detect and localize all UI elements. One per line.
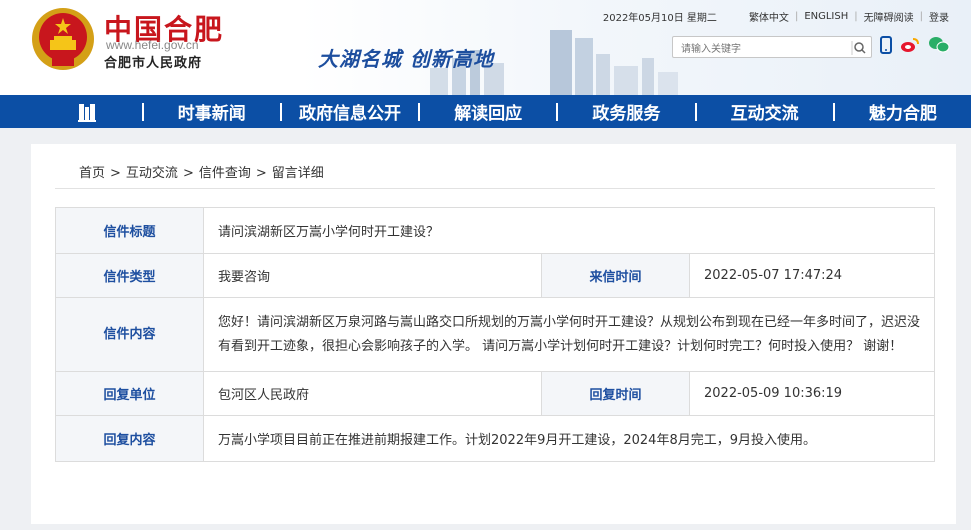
sent-time: 2022-05-07 17:47:24 [689,253,935,298]
letter-content: 您好！请问滨湖新区万泉河路与嵩山路交口所规划的万嵩小学何时开工建设？从规划公布到… [203,297,935,372]
nav-item-interaction[interactable]: 互动交流 [697,99,833,124]
letter-title: 请问滨湖新区万嵩小学何时开工建设？ [203,207,935,254]
reply-content: 万嵩小学项目目前正在推进前期报建工作。计划2022年9月开工建设，2024年8月… [203,415,935,462]
login-link[interactable]: 登录 [923,9,955,24]
content-label: 信件内容 [55,297,204,372]
home-nav-button[interactable] [52,95,122,128]
table-row: 信件内容 您好！请问滨湖新区万泉河路与嵩山路交口所规划的万嵩小学何时开工建设？从… [55,297,935,372]
current-date: 2022年05月10日 星期二 [602,13,717,24]
mobile-icon[interactable] [880,36,892,54]
nav-item-news[interactable]: 时事新闻 [144,99,280,124]
search-box [672,36,872,60]
letter-content-line: 有看到开工迹象，很担心会影响孩子的入学。 请问万嵩小学计划何时开工建设？计划何时… [218,338,903,354]
breadcrumb-interaction[interactable]: 互动交流 [126,166,178,181]
national-emblem-logo[interactable] [30,6,96,72]
accessibility-link[interactable]: 无障碍阅读 [858,9,920,24]
site-url: www.hefei.gov.cn [106,38,199,52]
content-panel: 首页 > 互动交流 > 信件查询 > 留言详细 信件标题 请问滨湖新区万嵩小学何时开工建设？… [31,144,956,524]
city-slogan: 大湖名城 创新高地 [318,47,494,71]
search-icon[interactable] [851,40,867,56]
reply-unit: 包河区人民政府 [203,371,542,416]
reply-content-label: 回复内容 [55,415,204,462]
nav-item-gov-info[interactable]: 政府信息公开 [282,99,418,124]
wechat-icon[interactable] [928,36,950,54]
sent-time-label: 来信时间 [541,253,690,298]
breadcrumb-divider [55,188,935,189]
title-label: 信件标题 [55,207,204,254]
breadcrumb-separator: > [182,166,194,181]
breadcrumb-home[interactable]: 首页 [79,166,105,181]
home-building-icon [77,103,96,122]
nav-item-services[interactable]: 政务服务 [558,99,694,124]
table-row: 信件类型 我要咨询 来信时间 2022-05-07 17:47:24 [55,253,935,298]
traditional-chinese-link[interactable]: 繁体中文 [743,9,795,24]
weibo-icon[interactable] [900,37,920,53]
search-input[interactable] [673,39,843,60]
letter-type: 我要咨询 [203,253,542,298]
letter-detail-table: 信件标题 请问滨湖新区万嵩小学何时开工建设？ 信件类型 我要咨询 来信时间 20… [55,207,935,462]
breadcrumb-letter-query[interactable]: 信件查询 [199,166,251,181]
reply-time: 2022-05-09 10:36:19 [689,371,935,416]
type-label: 信件类型 [55,253,204,298]
table-row: 回复单位 包河区人民政府 回复时间 2022-05-09 10:36:19 [55,371,935,416]
main-navigation: 时事新闻 政府信息公开 解读回应 政务服务 互动交流 魅力合肥 [0,95,971,128]
letter-content-line: 您好！请问滨湖新区万泉河路与嵩山路交口所规划的万嵩小学何时开工建设？从规划公布到… [218,314,921,330]
table-row: 回复内容 万嵩小学项目目前正在推进前期报建工作。计划2022年9月开工建设，20… [55,415,935,462]
reply-unit-label: 回复单位 [55,371,204,416]
table-row: 信件标题 请问滨湖新区万嵩小学何时开工建设？ [55,207,935,254]
social-icons [880,36,950,54]
english-link[interactable]: ENGLISH [798,11,854,22]
breadcrumb-separator: > [255,166,267,181]
breadcrumb-separator: > [110,166,121,181]
breadcrumb-current: 留言详细 [271,166,324,181]
nav-item-charm-hefei[interactable]: 魅力合肥 [835,99,971,124]
government-name: 合肥市人民政府 [104,56,203,71]
breadcrumb: 首页 > 互动交流 > 信件查询 > 留言详细 [79,162,324,181]
top-links: 2022年05月10日 星期二 繁体中文 | ENGLISH | 无障碍阅读 |… [597,9,955,24]
nav-item-interpretation[interactable]: 解读回应 [420,99,556,124]
site-header: 中国合肥 www.hefei.gov.cn 合肥市人民政府 大湖名城 创新高地 … [0,0,971,95]
reply-time-label: 回复时间 [541,371,690,416]
